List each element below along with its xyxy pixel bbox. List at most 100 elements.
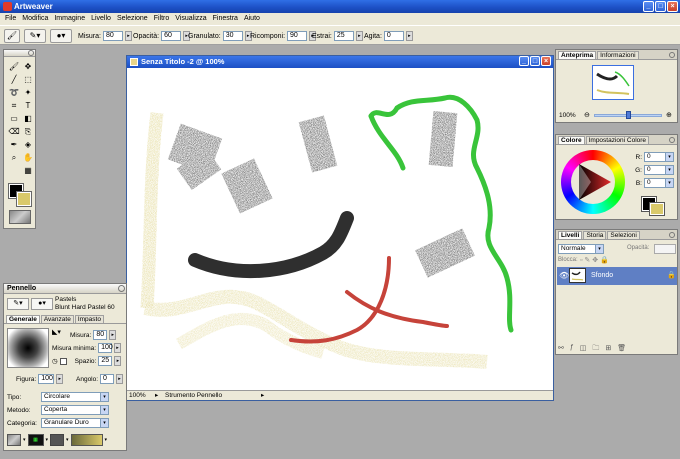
delete-layer-icon[interactable]: 🗑 (617, 344, 626, 355)
navigator-close-icon[interactable] (669, 52, 675, 58)
tab-impasto[interactable]: Impasto (74, 315, 104, 323)
minimize-button[interactable]: _ (643, 1, 654, 12)
brush-figura-spinner[interactable]: ▸ (56, 374, 64, 384)
spacing-clock-icon[interactable]: ◷ (52, 357, 58, 365)
zoom-out-icon[interactable]: ⊖ (584, 111, 590, 119)
blend-mode-select[interactable]: Normale ▾ (558, 244, 604, 254)
menu-finestra[interactable]: Finestra (210, 13, 241, 25)
brush-category-picker[interactable]: ✎▾ (7, 298, 29, 310)
brush-misura-minima-spinner[interactable]: ▸ (114, 343, 122, 353)
tab-storia[interactable]: Storia (583, 231, 607, 239)
gradient-picker[interactable] (70, 434, 103, 446)
tab-colore[interactable]: Colore (558, 136, 585, 144)
navigator-thumbnail[interactable] (592, 65, 634, 100)
rectangle-tool-icon[interactable]: ▭ (8, 113, 20, 124)
document-zoom[interactable]: 100% (129, 391, 146, 400)
fill-tool-icon[interactable]: ◈ (22, 139, 34, 150)
brush-preset-picker[interactable]: ✎▾ (24, 29, 46, 43)
agita-spinner[interactable]: ▸ (405, 31, 413, 41)
misura-input[interactable]: 80 (102, 31, 123, 41)
tab-informazioni[interactable]: Informazioni (597, 51, 639, 59)
gradient-tool-icon[interactable]: ◧ (22, 113, 34, 124)
tab-selezioni[interactable]: Selezioni (607, 231, 640, 239)
current-tool-brush-icon[interactable]: 🖌 (4, 29, 20, 43)
brush-metodo-select[interactable]: Coperta ▾ (41, 405, 109, 415)
brush-misura-spinner[interactable]: ▸ (109, 330, 117, 340)
paper-texture-swatch[interactable] (9, 210, 31, 224)
spacing-checkbox[interactable] (59, 357, 67, 365)
doc-close-button[interactable]: × (541, 56, 551, 66)
menu-livello[interactable]: Livello (88, 13, 114, 25)
layer-row-sfondo[interactable]: 👁 Sfondo 🔒 (557, 267, 677, 285)
zoom-tool-icon[interactable]: ⌕ (8, 152, 20, 163)
menu-aiuto[interactable]: Aiuto (241, 13, 263, 25)
estrai-spinner[interactable]: ▸ (355, 31, 363, 41)
misura-spinner[interactable]: ▸ (124, 31, 132, 41)
opacita-input[interactable]: 60 (161, 31, 182, 41)
red-value-input[interactable]: 0 ▾ (644, 152, 674, 162)
tab-livelli[interactable]: Livelli (558, 231, 583, 239)
blue-value-input[interactable]: 0 ▾ (644, 178, 674, 188)
lock-options-icon[interactable]: ▫ ✎ ✥ 🔒 (580, 256, 609, 264)
layer-effects-icon[interactable]: ƒ (570, 344, 574, 355)
estrai-input[interactable]: 25 (333, 31, 354, 41)
brush-misura-minima-input[interactable]: 100 (98, 343, 113, 353)
background-color-swatch[interactable] (16, 191, 32, 207)
hand-tool-icon[interactable]: ✋ (22, 152, 34, 163)
menu-immagine[interactable]: Immagine (51, 13, 88, 25)
layer-visibility-eye-icon[interactable]: 👁 (559, 271, 569, 280)
clone-tool-icon[interactable]: ⎘ (22, 126, 34, 137)
tab-avanzate[interactable]: Avanzate (40, 315, 74, 323)
new-group-icon[interactable]: 🗀 (592, 344, 599, 355)
new-layer-icon[interactable]: ⊞ (605, 344, 611, 355)
agita-input[interactable]: 0 (383, 31, 404, 41)
tab-impostazioni-colore[interactable]: Impostazioni Colore (585, 136, 650, 144)
brush-variant-picker[interactable]: ●▾ (31, 298, 53, 310)
zoom-slider-thumb[interactable] (626, 111, 631, 119)
navigator-zoom[interactable]: 100% (559, 112, 576, 119)
brush-misura-input[interactable]: 80 (93, 330, 108, 340)
green-value-input[interactable]: 0 ▾ (644, 165, 674, 175)
move-tool-icon[interactable]: ✥ (22, 61, 34, 72)
line-tool-icon[interactable]: ╱ (8, 74, 20, 85)
layers-panel-close-icon[interactable] (669, 232, 675, 238)
brush-tipo-select[interactable]: Circolare ▾ (41, 392, 109, 402)
brush-spazio-input[interactable]: 25 (98, 356, 113, 366)
lasso-tool-icon[interactable]: ➰ (8, 87, 20, 98)
brush-angolo-spinner[interactable]: ▸ (116, 374, 124, 384)
status-arrow-icon[interactable]: ▸ (155, 391, 158, 400)
brush-tool-icon[interactable]: 🖌 (8, 61, 20, 72)
doc-maximize-button[interactable]: □ (530, 56, 540, 66)
crop-tool-icon[interactable]: ⌗ (8, 100, 20, 111)
menu-selezione[interactable]: Selezione (114, 13, 151, 25)
measure-tool-icon[interactable]: ▦ (22, 165, 34, 176)
zoom-in-icon[interactable]: ⊕ (666, 111, 672, 119)
tab-anteprima[interactable]: Anteprima (558, 51, 597, 59)
ricomponi-input[interactable]: 90 (287, 31, 308, 41)
brush-spazio-spinner[interactable]: ▸ (114, 356, 122, 366)
current-background-color[interactable] (649, 202, 665, 216)
status-scroll-icon[interactable]: ▸ (261, 391, 264, 400)
tools-close-icon[interactable] (28, 50, 34, 56)
color-panel-close-icon[interactable] (669, 137, 675, 143)
tab-generale[interactable]: Generale (6, 315, 40, 323)
brush-categoria-select[interactable]: Granulare Duro ▾ (41, 418, 109, 428)
eyedropper-tool-icon[interactable]: ✒ (8, 139, 20, 150)
rect-select-tool-icon[interactable]: ⬚ (22, 74, 34, 85)
color-wheel[interactable] (561, 150, 625, 214)
layer-mask-icon[interactable]: ◫ (580, 344, 587, 355)
close-button[interactable]: × (667, 1, 678, 12)
color-set-picker[interactable] (50, 434, 65, 446)
brush-shape-picker[interactable]: ●▾ (50, 29, 72, 43)
magic-wand-tool-icon[interactable]: ✦ (22, 87, 34, 98)
brush-shape-icon[interactable]: ◣▾ (52, 328, 61, 336)
granulato-input[interactable]: 30 (222, 31, 243, 41)
text-tool-icon[interactable]: T (22, 100, 34, 111)
brush-panel-close-icon[interactable] (118, 285, 125, 292)
color-triangle[interactable] (561, 150, 625, 214)
layer-opacity-input[interactable] (654, 244, 676, 254)
pattern-picker[interactable]: ▦ (27, 434, 44, 446)
paper-texture-picker[interactable] (7, 434, 21, 446)
brush-figura-input[interactable]: 100 (38, 374, 55, 384)
menu-modifica[interactable]: Modifica (19, 13, 51, 25)
